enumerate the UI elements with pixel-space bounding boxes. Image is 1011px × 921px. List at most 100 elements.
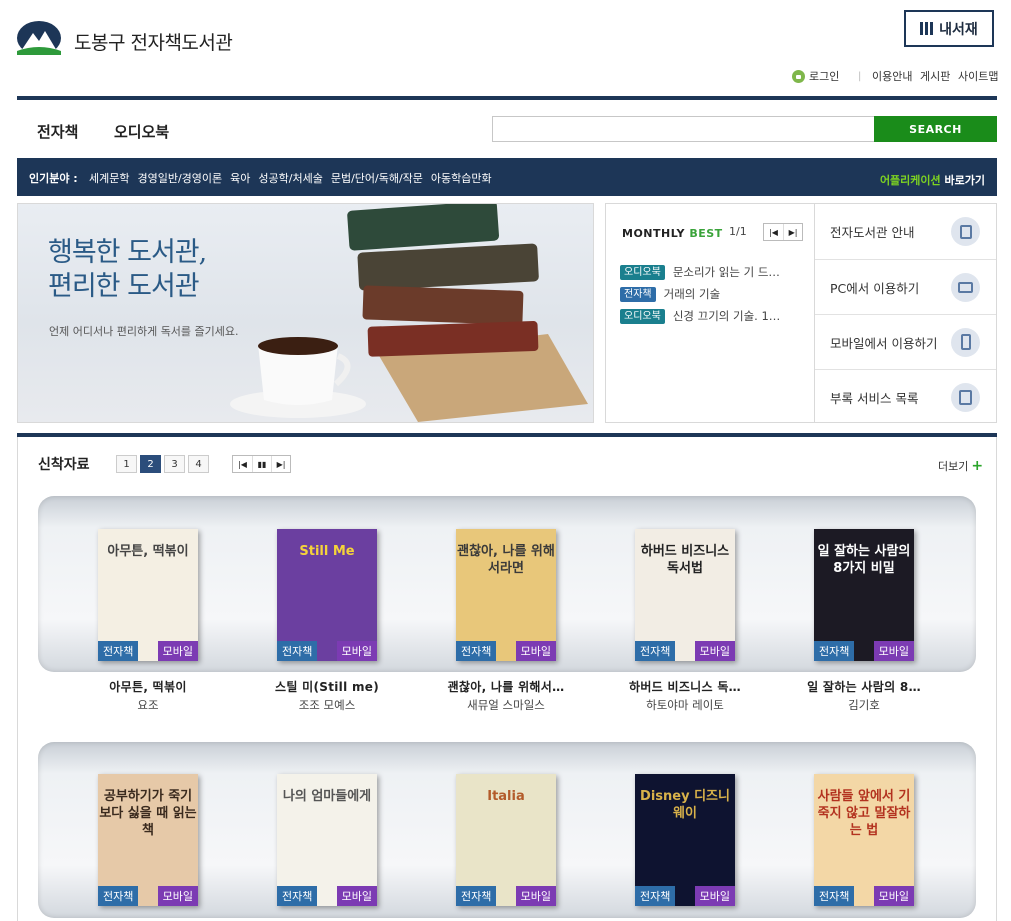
cover-text: 공부하기가 죽기보다 싫을 때 읽는 책 xyxy=(99,789,197,838)
cover-text: 사람들 앞에서 기죽지 않고 말잘하는 법 xyxy=(817,789,911,838)
popular-item[interactable]: 경영일반/경영이론 xyxy=(137,170,222,186)
format-badges: 전자책 모바일 xyxy=(456,886,556,906)
guide-icon xyxy=(951,217,980,246)
page-button-current[interactable]: 2 xyxy=(140,455,161,473)
monthly-best-label: MONTHLY xyxy=(622,227,685,240)
book-title[interactable]: 하버드 비즈니스 독… xyxy=(600,678,770,695)
prev-icon[interactable]: |◀ xyxy=(233,456,252,472)
book-cover[interactable]: 하버드 비즈니스 독서법 전자책 모바일 xyxy=(635,529,735,661)
pause-icon[interactable]: ▮▮ xyxy=(252,456,271,472)
ebook-badge: 전자책 xyxy=(98,886,139,906)
tab-ebook[interactable]: 전자책 xyxy=(37,121,78,142)
quick-link-label: PC에서 이용하기 xyxy=(830,280,920,296)
quick-link-pc[interactable]: PC에서 이용하기 xyxy=(815,259,996,314)
app-link-highlight: 어플리케이션 xyxy=(879,174,941,187)
popular-item[interactable]: 성공학/처세술 xyxy=(258,170,322,186)
format-badges: 전자책 모바일 xyxy=(814,886,914,906)
format-badges: 전자책 모바일 xyxy=(814,641,914,661)
book-cover[interactable]: 공부하기가 죽기보다 싫을 때 읽는 책 전자책 모바일 xyxy=(98,774,198,906)
mobile-badge: 모바일 xyxy=(336,641,377,661)
sitemap-link[interactable]: 사이트맵 xyxy=(958,68,998,84)
monthly-best-page: 1/1 xyxy=(729,225,747,238)
best-item-title: 신경 끄기의 기술. 1… xyxy=(672,309,781,323)
mobile-icon xyxy=(951,327,980,357)
cover-text: 일 잘하는 사람의 8가지 비밀 xyxy=(817,544,911,576)
app-shortcut-link[interactable]: 어플리케이션 바로가기 xyxy=(880,172,985,188)
book-author: 요조 xyxy=(137,698,159,712)
popular-item[interactable]: 문법/단어/독해/작문 xyxy=(331,170,423,186)
ebook-badge: 전자책 xyxy=(98,641,139,661)
login-label: 로그인 xyxy=(809,70,840,83)
util-separator: | xyxy=(858,70,862,82)
ebook-badge: 전자책 xyxy=(635,886,676,906)
my-library-button[interactable]: 내서재 xyxy=(904,10,994,47)
quick-link-supplements[interactable]: 부록 서비스 목록 xyxy=(815,369,996,424)
format-badges: 전자책 모바일 xyxy=(456,641,556,661)
guide-link[interactable]: 이용안내 xyxy=(872,68,912,84)
mobile-badge: 모바일 xyxy=(873,641,914,661)
popular-item[interactable]: 육아 xyxy=(230,170,250,186)
tab-audiobook[interactable]: 오디오북 xyxy=(114,121,169,142)
ebook-badge: 전자책 xyxy=(456,886,497,906)
book-title[interactable]: 일 잘하는 사람의 8… xyxy=(779,678,949,695)
quick-link-label: 전자도서관 안내 xyxy=(830,225,915,240)
book-cover[interactable]: Still Me 전자책 모바일 xyxy=(277,529,377,661)
monthly-best-pager: |◀ ▶| xyxy=(763,223,803,241)
book-title[interactable]: 스틸 미(Still me) xyxy=(242,678,412,695)
audiobook-tag: 오디오북 xyxy=(620,308,665,324)
book-author: 하토야마 레이토 xyxy=(646,698,724,712)
format-badges: 전자책 모바일 xyxy=(277,886,377,906)
book-cover[interactable]: 나의 엄마들에게 전자책 모바일 xyxy=(277,774,377,906)
best-item[interactable]: 오디오북 문소리가 읽는 기 드… xyxy=(620,264,780,280)
best-item[interactable]: 오디오북 신경 끄기의 기술. 1… xyxy=(620,308,780,324)
next-icon[interactable]: ▶| xyxy=(783,224,802,240)
cover-text: Disney 디즈니 웨이 xyxy=(640,789,730,821)
book-title[interactable]: 괜찮아, 나를 위해서… xyxy=(421,678,591,695)
books-coffee-illustration xyxy=(230,204,588,422)
book-cover[interactable]: 아무튼, 떡볶이 전자책 모바일 xyxy=(98,529,198,661)
book-cover[interactable]: Disney 디즈니 웨이전자책 모바일 xyxy=(635,774,735,906)
search-input[interactable] xyxy=(492,116,875,142)
book-cover[interactable]: 사람들 앞에서 기죽지 않고 말잘하는 법전자책 모바일 xyxy=(814,774,914,906)
page-button[interactable]: 3 xyxy=(164,455,185,473)
library-logo-icon[interactable] xyxy=(17,21,61,55)
plus-icon: + xyxy=(971,458,984,474)
book-cover[interactable]: Italia 전자책 모바일 xyxy=(456,774,556,906)
list-icon xyxy=(951,382,980,412)
book-author: 조조 모예스 xyxy=(298,698,356,712)
new-arrivals-pagination: 1 2 3 4 xyxy=(116,455,209,473)
quick-link-mobile[interactable]: 모바일에서 이용하기 xyxy=(815,314,996,369)
login-link[interactable]: 로그인 xyxy=(792,68,839,84)
page-button[interactable]: 4 xyxy=(188,455,209,473)
quick-link-guide[interactable]: 전자도서관 안내 xyxy=(815,204,996,259)
ebook-badge: 전자책 xyxy=(456,641,497,661)
book-cover[interactable]: 일 잘하는 사람의 8가지 비밀전자책 모바일 xyxy=(814,529,914,661)
format-badges: 전자책 모바일 xyxy=(98,641,198,661)
mobile-badge: 모바일 xyxy=(515,886,556,906)
quick-link-label: 부록 서비스 목록 xyxy=(830,390,919,406)
popular-categories-bar: 인기분야 : 세계문학 경영일반/경영이론 육아 성공학/처세술 문법/단어/독… xyxy=(17,158,997,196)
more-label: 더보기 xyxy=(938,460,969,473)
format-badges: 전자책 모바일 xyxy=(635,886,735,906)
best-item[interactable]: 전자책 거래의 기술 xyxy=(620,286,720,302)
best-item-title: 거래의 기술 xyxy=(663,287,721,301)
popular-item[interactable]: 아동학습만화 xyxy=(431,170,492,186)
next-icon[interactable]: ▶| xyxy=(271,456,290,472)
site-title[interactable]: 도봉구 전자책도서관 xyxy=(74,28,233,55)
cover-text: 괜찮아, 나를 위해서라면 xyxy=(457,544,555,576)
popular-item[interactable]: 세계문학 xyxy=(89,170,129,186)
ebook-tag: 전자책 xyxy=(620,286,656,302)
mobile-badge: 모바일 xyxy=(694,886,735,906)
board-link[interactable]: 게시판 xyxy=(920,68,950,84)
more-link[interactable]: 더보기 + xyxy=(938,458,983,474)
new-arrivals-title: 신착자료 xyxy=(38,457,90,473)
book-cover[interactable]: 괜찮아, 나를 위해서라면전자책 모바일 xyxy=(456,529,556,661)
main-banner[interactable]: 행복한 도서관, 편리한 도서관 언제 어디서나 편리하게 독서를 즐기세요. xyxy=(17,203,594,423)
cover-text: 하버드 비즈니스 독서법 xyxy=(640,544,730,576)
monitor-icon xyxy=(951,272,980,302)
banner-title-line2: 편리한 도서관 xyxy=(48,271,200,302)
prev-icon[interactable]: |◀ xyxy=(764,224,783,240)
page-button[interactable]: 1 xyxy=(116,455,137,473)
search-button[interactable]: SEARCH xyxy=(874,116,997,142)
book-title[interactable]: 아무튼, 떡볶이 xyxy=(63,678,233,695)
